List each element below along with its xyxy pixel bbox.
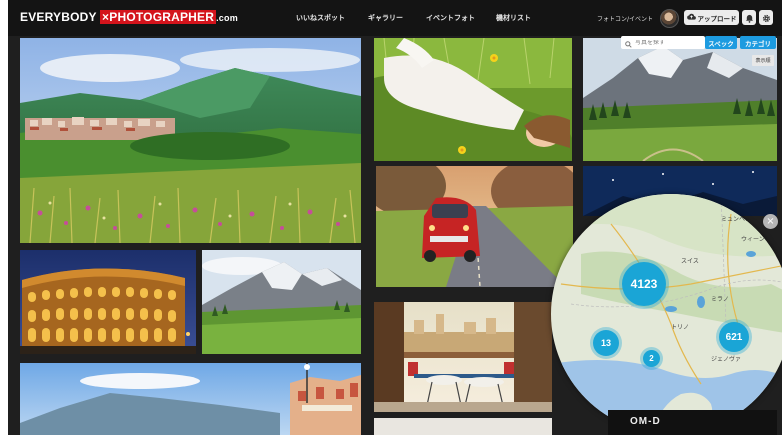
close-icon: × bbox=[766, 215, 775, 227]
top-navigation-bar: EVERYBODY ×PHOTOGRAPHER .com いいねスポット ギャラリ… bbox=[8, 0, 782, 36]
map-cluster-marker[interactable]: 4123 bbox=[622, 262, 666, 306]
photo-alpine-meadow[interactable] bbox=[202, 250, 361, 354]
logo-photographer-text: PHOTOGRAPHER bbox=[109, 10, 215, 24]
photo-woman-in-grass[interactable] bbox=[374, 38, 572, 161]
gear-icon bbox=[762, 8, 771, 27]
map-label-genoa: ジェノヴァ bbox=[711, 356, 742, 363]
site-logo[interactable]: EVERYBODY ×PHOTOGRAPHER .com bbox=[20, 10, 238, 24]
nav-equipment-list[interactable]: 機材リスト bbox=[496, 13, 531, 23]
map-label-turin: トリノ bbox=[671, 324, 690, 331]
map-close-button[interactable]: × bbox=[763, 214, 778, 229]
photo-sort-badge[interactable]: 表示順 bbox=[752, 55, 774, 66]
ad-camera-brand: OM-D bbox=[630, 416, 661, 427]
map-cluster-marker[interactable]: 13 bbox=[593, 330, 619, 356]
map-label-munich: ミュンヘン bbox=[721, 216, 752, 223]
logo-dotcom: .com bbox=[216, 13, 238, 23]
photo-colosseum[interactable] bbox=[20, 250, 196, 354]
user-avatar[interactable] bbox=[660, 9, 679, 28]
bell-icon bbox=[745, 8, 754, 27]
photo-location-map[interactable]: スイス ミラノ トリノ ジェノヴァ ウィーン ミュンヘン 4123 13 2 6… bbox=[551, 194, 782, 434]
spec-filter-button[interactable]: スペック bbox=[705, 36, 737, 49]
cloud-upload-icon bbox=[686, 13, 696, 22]
nav-favorite-spots[interactable]: いいねスポット bbox=[296, 13, 345, 23]
app-screen: EVERYBODY ×PHOTOGRAPHER .com いいねスポット ギャラリ… bbox=[8, 0, 782, 435]
category-filter-button[interactable]: カテゴリ bbox=[740, 36, 776, 49]
photo-mountain-village[interactable] bbox=[20, 38, 361, 243]
photo-red-car-road[interactable] bbox=[376, 166, 573, 287]
logo-everybody: EVERYBODY bbox=[20, 10, 101, 24]
settings-button[interactable] bbox=[759, 10, 773, 25]
photo-partial-bottom[interactable] bbox=[374, 418, 552, 435]
map-terrain bbox=[551, 194, 782, 434]
logo-photographer: ×PHOTOGRAPHER bbox=[100, 10, 217, 24]
search-icon bbox=[625, 33, 632, 52]
upload-button[interactable]: アップロード bbox=[684, 10, 739, 25]
upload-label: アップロード bbox=[697, 14, 737, 23]
search-input[interactable] bbox=[635, 39, 699, 46]
nav-photo-contest[interactable]: フォトコン/イベント bbox=[597, 14, 653, 23]
map-label-switzerland: スイス bbox=[681, 258, 699, 265]
photo-seaside-town[interactable] bbox=[20, 363, 361, 435]
search-box[interactable] bbox=[621, 36, 705, 49]
nav-gallery[interactable]: ギャラリー bbox=[368, 13, 403, 23]
map-label-vienna: ウィーン bbox=[741, 236, 765, 243]
photo-dolomites-valley[interactable] bbox=[583, 38, 777, 161]
map-label-milan: ミラノ bbox=[711, 296, 729, 303]
map-cluster-marker[interactable]: 2 bbox=[643, 350, 660, 367]
nav-event-photos[interactable]: イベントフォト bbox=[426, 13, 475, 23]
map-cluster-marker[interactable]: 621 bbox=[719, 322, 749, 352]
photo-cafe-terrace[interactable] bbox=[374, 302, 552, 412]
notifications-button[interactable] bbox=[742, 10, 756, 25]
